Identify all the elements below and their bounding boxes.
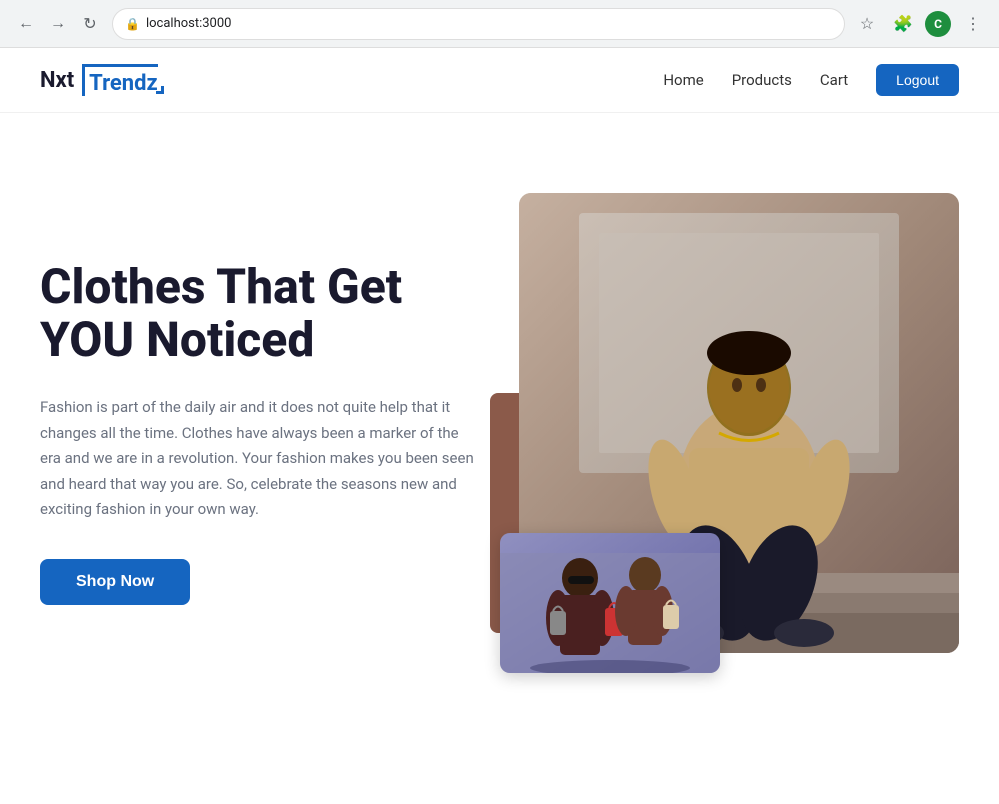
browser-actions: ☆ 🧩 C ⋮ [853,10,987,38]
nav-cart-link[interactable]: Cart [820,71,848,89]
extensions-button[interactable]: 🧩 [889,10,917,38]
forward-button[interactable]: → [44,10,72,38]
small-hero-svg [500,533,720,673]
menu-button[interactable]: ⋮ [959,10,987,38]
browser-nav-buttons: ← → ↻ [12,10,104,38]
browser-chrome: ← → ↻ 🔒 localhost:3000 ☆ 🧩 C ⋮ [0,0,999,48]
navbar: Nxt Trendz Home Products Cart Logout [0,48,999,113]
hero-title: Clothes That Get YOU Noticed [40,261,480,367]
nav-home-link[interactable]: Home [663,71,703,89]
address-bar[interactable]: 🔒 localhost:3000 [112,8,845,40]
refresh-button[interactable]: ↻ [76,10,104,38]
nav-links: Home Products Cart Logout [663,64,959,96]
star-button[interactable]: ☆ [853,10,881,38]
nav-products-link[interactable]: Products [732,71,792,89]
lock-icon: 🔒 [125,17,140,31]
shop-now-button[interactable]: Shop Now [40,559,190,605]
logo: Nxt Trendz [40,64,164,96]
logout-button[interactable]: Logout [876,64,959,96]
hero-section: Clothes That Get YOU Noticed Fashion is … [0,113,999,733]
hero-description: Fashion is part of the daily air and it … [40,395,480,523]
back-button[interactable]: ← [12,10,40,38]
logo-nxt: Nxt [40,68,74,93]
url-text: localhost:3000 [146,16,232,31]
profile-avatar[interactable]: C [925,11,951,37]
app-container: Nxt Trendz Home Products Cart Logout Clo… [0,48,999,804]
hero-content: Clothes That Get YOU Noticed Fashion is … [40,261,480,604]
hero-small-image [500,533,720,673]
hero-images [520,193,960,673]
logo-trendz: Trendz [89,71,158,96]
